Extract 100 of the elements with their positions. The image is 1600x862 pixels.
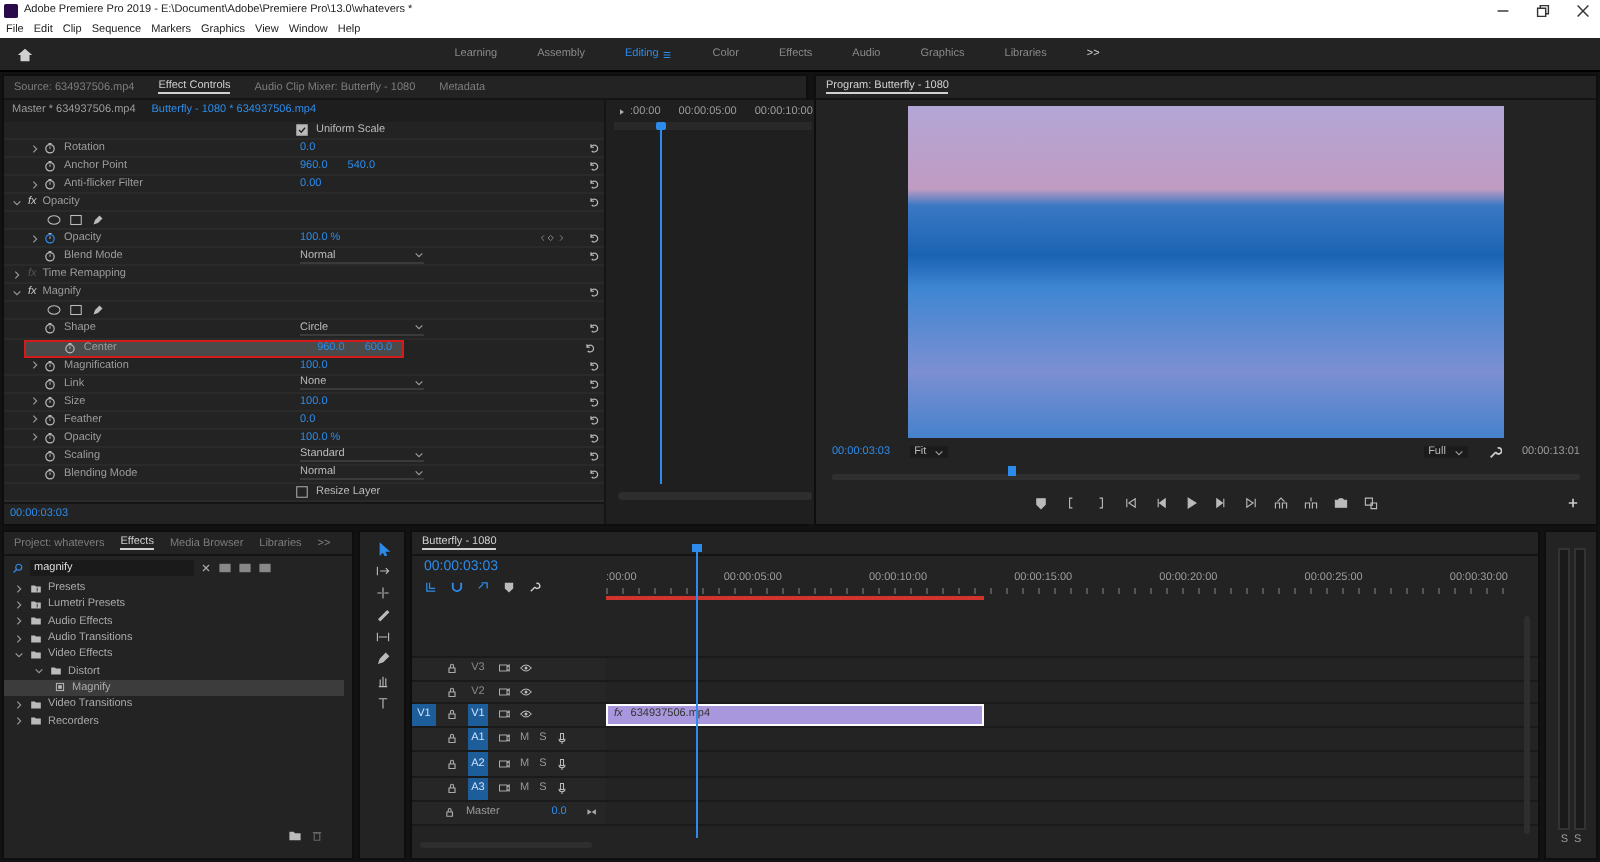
microphone-icon[interactable] [556,757,569,770]
settings-icon[interactable] [1487,445,1502,459]
stopwatch-icon[interactable] [44,413,56,426]
stopwatch-icon[interactable] [44,322,56,335]
magnet-icon[interactable] [450,580,464,594]
go-to-out-icon[interactable] [1244,495,1258,509]
type-icon[interactable] [375,696,389,710]
reset-icon[interactable] [588,160,600,173]
lock-icon[interactable] [446,782,458,795]
chevron-icon[interactable] [34,666,44,677]
sync-lock-icon[interactable] [498,732,510,745]
stopwatch-icon[interactable] [44,178,56,191]
sync-lock-icon[interactable] [498,662,510,675]
pen-mask-icon[interactable] [90,304,106,317]
menu-icon[interactable] [662,49,673,59]
track-select-icon[interactable] [375,564,389,578]
chevron-icon[interactable] [14,633,24,644]
step-forward-icon[interactable] [1214,495,1228,509]
ellipse-mask-icon[interactable] [46,304,62,317]
restore-icon[interactable] [1534,1,1552,19]
sync-lock-icon[interactable] [498,685,510,698]
stopwatch-icon[interactable] [44,395,56,408]
eye-icon[interactable] [520,662,532,675]
pen-mask-icon[interactable] [90,214,106,227]
chevron-icon[interactable] [12,197,22,208]
chevron-icon[interactable] [14,649,24,660]
compare-icon[interactable] [1364,495,1378,509]
extract-icon[interactable] [1304,495,1318,509]
chevron-icon[interactable] [14,716,24,727]
microphone-icon[interactable] [556,732,569,745]
lock-icon[interactable] [446,708,458,721]
sync-lock-icon[interactable] [498,757,510,770]
chevron-icon[interactable] [30,179,40,190]
pen-icon[interactable] [375,652,389,666]
ellipse-mask-icon[interactable] [46,214,62,227]
stopwatch-icon[interactable] [44,359,56,372]
ripple-edit-icon[interactable] [375,586,389,600]
stopwatch-icon[interactable] [44,142,56,154]
nest-icon[interactable] [424,580,438,594]
reset-icon[interactable] [588,250,600,263]
microphone-icon[interactable] [556,782,569,795]
lift-icon[interactable] [1274,495,1288,509]
eye-icon[interactable] [520,708,532,721]
playhead[interactable] [1007,466,1016,476]
play-only-icon[interactable] [618,107,626,115]
lock-icon[interactable] [446,732,458,745]
keyframe-navigator-icon[interactable] [538,234,566,243]
home-icon[interactable] [16,45,34,63]
step-back-icon[interactable] [1154,495,1168,509]
out-bracket-icon[interactable] [1094,495,1108,509]
trash-icon[interactable] [310,830,324,842]
eye-icon[interactable] [520,685,532,698]
lock-icon[interactable] [446,757,458,770]
reset-icon[interactable] [588,286,600,299]
reset-icon[interactable] [588,395,600,408]
reset-icon[interactable] [588,359,600,372]
sync-lock-icon[interactable] [498,708,510,721]
rectangle-mask-icon[interactable] [68,214,84,227]
chevron-icon[interactable] [30,360,40,371]
camera-icon[interactable] [1334,495,1348,509]
chevron-icon[interactable] [14,699,24,710]
sync-lock-icon[interactable] [498,782,510,795]
stopwatch-icon[interactable] [44,449,56,462]
stopwatch-icon[interactable] [44,250,56,263]
chevron-icon[interactable] [12,287,22,298]
go-to-in-icon[interactable] [1124,495,1138,509]
collapse-icon[interactable] [586,806,598,819]
reset-icon[interactable] [588,322,600,335]
marker-icon[interactable] [502,580,516,594]
clear-icon[interactable] [200,562,212,574]
reset-icon[interactable] [588,178,600,191]
settings-icon[interactable] [528,580,542,594]
arrow-tool-icon[interactable] [375,542,389,556]
rectangle-mask-icon[interactable] [68,304,84,317]
lock-icon[interactable] [446,662,458,675]
stopwatch-icon[interactable] [44,431,56,444]
razor-icon[interactable] [375,608,389,622]
checkbox[interactable] [296,485,308,498]
stopwatch-icon[interactable] [44,377,56,390]
reset-icon[interactable] [588,431,600,444]
close-icon[interactable] [1574,1,1592,19]
checkbox[interactable] [296,123,308,136]
playhead-handle[interactable] [655,122,666,130]
in-bracket-icon[interactable] [1064,495,1078,509]
stopwatch-icon[interactable] [44,160,56,173]
reset-icon[interactable] [588,467,600,480]
reset-icon[interactable] [588,377,600,390]
marker-icon[interactable] [1034,495,1048,509]
lock-icon[interactable] [446,685,458,698]
lock-icon[interactable] [444,806,456,819]
chevron-icon[interactable] [12,269,22,280]
reset-icon[interactable] [588,196,600,209]
chevron-icon[interactable] [14,599,24,610]
stopwatch-icon[interactable] [44,232,56,245]
chevron-icon[interactable] [14,616,24,627]
play-icon[interactable] [1184,495,1198,509]
reset-icon[interactable] [588,232,600,245]
stopwatch-icon[interactable] [63,341,76,354]
chevron-icon[interactable] [30,233,40,244]
stopwatch-icon[interactable] [44,467,56,480]
